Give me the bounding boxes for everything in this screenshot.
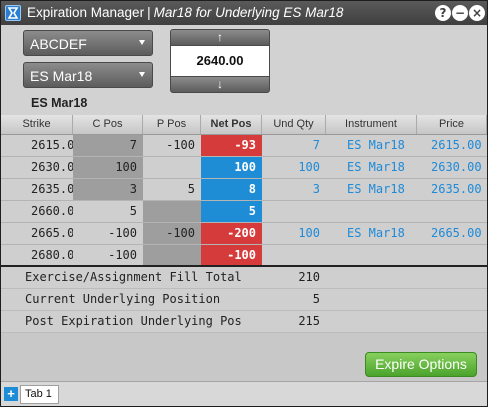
price-up-button[interactable]: ↑: [170, 29, 270, 46]
summary-row-post-expiration: Post Expiration Underlying Pos 215: [1, 311, 487, 333]
call-pos-cell[interactable]: 7: [73, 135, 143, 156]
net-pos-cell: -100: [201, 245, 262, 266]
instrument-cell: ES Mar18: [347, 138, 405, 152]
summary-value: 215: [298, 314, 320, 328]
chevron-down-icon: [139, 40, 145, 45]
und-qty-cell: 100: [298, 226, 320, 240]
expiry-dropdown-value: ES Mar18: [30, 68, 93, 84]
price-cell: 2630.00: [431, 160, 482, 174]
summary-value: 210: [298, 270, 320, 284]
call-pos-cell[interactable]: 5: [73, 201, 143, 222]
net-pos-cell: -200: [201, 223, 262, 244]
close-icon[interactable]: ×: [469, 5, 485, 21]
strike-cell: 2615.00: [31, 138, 73, 152]
header-instrument[interactable]: Instrument: [326, 115, 417, 134]
header-und-qty[interactable]: Und Qty: [262, 115, 326, 134]
chevron-down-icon: [139, 72, 145, 77]
net-pos-cell: 100: [201, 157, 262, 178]
title-separator: |: [147, 5, 151, 20]
summary-label: Current Underlying Position: [25, 292, 221, 306]
expiration-manager-window: Expiration Manager | Mar18 for Underlying …: [0, 0, 488, 407]
strike-cell: 2635.00: [31, 182, 73, 196]
symbol-dropdown-value: ABCDEF: [30, 36, 87, 52]
put-pos-cell[interactable]: -100: [143, 135, 201, 156]
net-pos-cell: 5: [201, 201, 262, 222]
help-icon[interactable]: ?: [435, 5, 451, 21]
summary-value: 5: [312, 292, 320, 306]
strike-cell: 2660.00: [31, 204, 73, 218]
call-pos-cell[interactable]: -100: [73, 223, 143, 244]
summary-label: Exercise/Assignment Fill Total: [25, 270, 242, 284]
und-qty-cell: [262, 201, 326, 222]
header-call-pos[interactable]: C Pos: [73, 115, 143, 134]
summary-label: Post Expiration Underlying Pos: [25, 314, 242, 328]
price-cell: 2635.00: [431, 182, 482, 196]
minimize-icon[interactable]: −: [452, 5, 468, 21]
price-stepper: ↑ 2640.00 ↓: [170, 29, 270, 93]
strike-cell: 2630.00: [31, 160, 73, 174]
net-pos-cell: -93: [201, 135, 262, 156]
header-net-pos[interactable]: Net Pos: [201, 115, 262, 134]
table-row[interactable]: 2635.00 3 5 8 3 ES Mar18 2635.00: [1, 179, 487, 201]
und-qty-cell: [262, 245, 326, 266]
und-qty-cell: 100: [298, 160, 320, 174]
call-pos-cell[interactable]: 3: [73, 179, 143, 200]
add-tab-icon[interactable]: +: [4, 387, 18, 401]
tab-1[interactable]: Tab 1: [20, 385, 59, 404]
und-qty-cell: 3: [312, 182, 320, 196]
title-detail: Mar18 for Underlying ES Mar18: [153, 5, 344, 20]
put-pos-cell[interactable]: -100: [143, 223, 201, 244]
app-logo-icon: [5, 5, 21, 21]
symbol-dropdown[interactable]: ABCDEF: [23, 30, 153, 56]
call-pos-cell[interactable]: 100: [73, 157, 143, 178]
header-price[interactable]: Price: [417, 115, 487, 134]
net-pos-cell: 8: [201, 179, 262, 200]
call-pos-cell[interactable]: -100: [73, 245, 143, 266]
tab-bar: + Tab 1: [1, 381, 487, 406]
put-pos-cell[interactable]: [143, 201, 201, 222]
price-cell: 2665.00: [431, 226, 482, 240]
expiry-dropdown[interactable]: ES Mar18: [23, 62, 153, 88]
summary-row-fill-total: Exercise/Assignment Fill Total 210: [1, 267, 487, 289]
summary-row-current-position: Current Underlying Position 5: [1, 289, 487, 311]
table-header: Strike C Pos P Pos Net Pos Und Qty Instr…: [1, 115, 487, 135]
price-input[interactable]: 2640.00: [170, 46, 270, 76]
header-put-pos[interactable]: P Pos: [143, 115, 201, 134]
strike-cell: 2665.00: [31, 226, 73, 240]
instrument-cell: ES Mar18: [347, 226, 405, 240]
put-pos-cell[interactable]: 5: [143, 179, 201, 200]
expire-options-button[interactable]: Expire Options: [365, 352, 477, 377]
title-main: Expiration Manager: [27, 5, 145, 20]
table-row[interactable]: 2680.00 -100 -100: [1, 245, 487, 267]
und-qty-cell: 7: [312, 138, 320, 152]
price-cell: 2615.00: [431, 138, 482, 152]
instrument-cell: ES Mar18: [347, 160, 405, 174]
strike-cell: 2680.00: [31, 248, 73, 262]
table-row[interactable]: 2665.00 -100 -100 -200 100 ES Mar18 2665…: [1, 223, 487, 245]
price-cell: [417, 201, 487, 222]
put-pos-cell[interactable]: [143, 157, 201, 178]
title-bar[interactable]: Expiration Manager | Mar18 for Underlying …: [1, 1, 487, 25]
table-row[interactable]: 2630.00 100 100 100 ES Mar18 2630.00: [1, 157, 487, 179]
instrument-cell: ES Mar18: [347, 182, 405, 196]
instrument-cell: [326, 245, 417, 266]
contract-label: ES Mar18: [31, 96, 88, 110]
window-title: Expiration Manager | Mar18 for Underlying …: [27, 5, 343, 20]
table-row[interactable]: 2615.00 7 -100 -93 7 ES Mar18 2615.00: [1, 135, 487, 157]
table-row[interactable]: 2660.00 5 5: [1, 201, 487, 223]
put-pos-cell[interactable]: [143, 245, 201, 266]
price-down-button[interactable]: ↓: [170, 76, 270, 93]
instrument-cell: [326, 201, 417, 222]
header-strike[interactable]: Strike: [1, 115, 73, 134]
price-cell: [417, 245, 487, 266]
